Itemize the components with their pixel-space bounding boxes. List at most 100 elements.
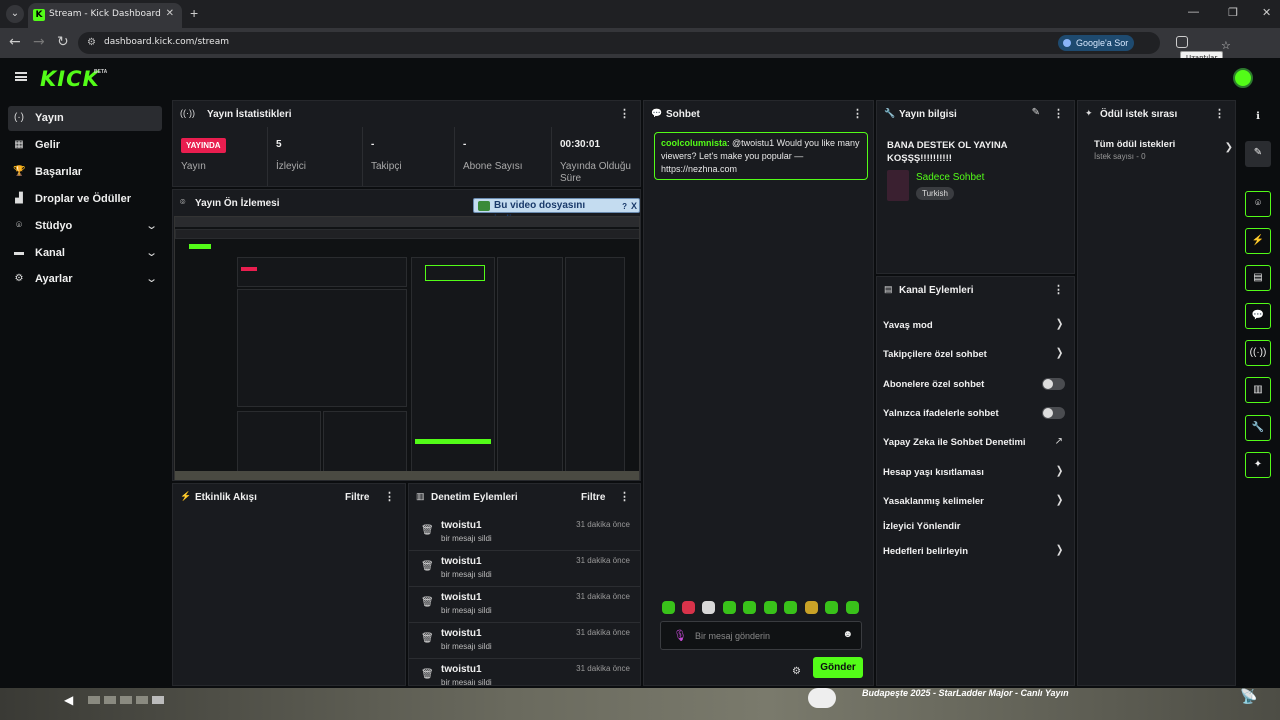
sidebar-item-label: Kanal xyxy=(35,247,65,259)
rail-notes-button[interactable]: ▤ xyxy=(1245,265,1271,291)
rail-info-button[interactable]: ℹ xyxy=(1245,105,1271,131)
chat-settings-gear-icon[interactable]: ⚙ xyxy=(792,666,801,677)
sidebar-item-stream[interactable]: (·) Yayın xyxy=(8,106,162,131)
microphone-icon[interactable]: 🎙 xyxy=(673,629,687,642)
browser-tab[interactable]: K Stream - Kick Dashboard ✕ xyxy=(28,3,182,28)
rail-wrench-button[interactable]: 🔧 xyxy=(1245,415,1271,441)
sidebar-item-revenue[interactable]: ▦ Gelir xyxy=(8,133,162,158)
mod-username[interactable]: twoistu1 xyxy=(441,628,482,639)
google-ask-button[interactable]: Google'a Sor xyxy=(1058,35,1135,51)
chat-message[interactable]: coolcolumnista: @twoistu1 Would you like… xyxy=(654,132,868,180)
wrench-icon: 🔧 xyxy=(884,108,896,118)
rail-broadcast-button[interactable]: ((·)) xyxy=(1245,340,1271,366)
kebab-menu-icon[interactable]: ⋮ xyxy=(619,490,630,503)
kick-logo[interactable]: KICK xyxy=(40,67,100,91)
download-video-bar[interactable]: Bu video dosyasını indir ? X xyxy=(473,198,640,225)
moderation-row: 🗑 twoistu1 bir mesajı sildi 31 dakika ön… xyxy=(409,659,640,685)
play-left-icon[interactable]: ◀ xyxy=(64,693,73,707)
chevron-right-icon: ❯ xyxy=(1055,347,1064,359)
forward-icon[interactable]: → xyxy=(33,35,45,49)
close-icon[interactable]: X xyxy=(631,199,637,213)
stat-status: YAYINDA Yayın xyxy=(173,127,268,186)
chevron-right-icon[interactable]: ❯ xyxy=(1225,142,1233,153)
mod-username[interactable]: twoistu1 xyxy=(441,664,482,675)
activity-filter-button[interactable]: Filtre xyxy=(345,492,369,503)
pencil-icon[interactable]: ✎ xyxy=(1032,107,1040,118)
rail-edit-button[interactable]: ✎ xyxy=(1245,141,1271,167)
action-ai-moderation[interactable]: Yapay Zeka ile Sohbet Denetimi ↗ xyxy=(883,432,1068,452)
rail-moderation-button[interactable]: ▥ xyxy=(1245,377,1271,403)
action-account-age[interactable]: Hesap yaşı kısıtlaması ❯ xyxy=(883,462,1068,482)
emote-icon[interactable] xyxy=(764,601,777,614)
kebab-menu-icon[interactable]: ⋮ xyxy=(384,490,395,503)
bookmark-star-icon[interactable]: ☆ xyxy=(1221,39,1231,52)
emote-icon[interactable] xyxy=(743,601,756,614)
emote-only-toggle[interactable] xyxy=(1042,407,1065,419)
action-label: Abonelere özel sohbet xyxy=(883,379,985,390)
emote-icon[interactable] xyxy=(784,601,797,614)
emote-icon[interactable] xyxy=(805,601,818,614)
kebab-menu-icon[interactable]: ⋮ xyxy=(1053,107,1064,120)
action-banned-words[interactable]: Yasaklanmış kelimeler ❯ xyxy=(883,491,1068,511)
action-set-goals[interactable]: Hedefleri belirleyin ❯ xyxy=(883,541,1068,561)
emote-icon[interactable] xyxy=(682,601,695,614)
reload-icon[interactable]: ↻ xyxy=(57,35,69,49)
tab-close-icon[interactable]: ✕ xyxy=(166,8,174,19)
mod-username[interactable]: twoistu1 xyxy=(441,520,482,531)
help-icon[interactable]: ? xyxy=(622,200,627,214)
sidebar-item-settings[interactable]: ⚙ Ayarlar ⌄ xyxy=(8,267,162,292)
stream-title: BANA DESTEK OL YAYINA KOŞŞŞ!!!!!!!!!! xyxy=(887,140,1008,164)
chat-input[interactable]: 🎙 Bir mesaj gönderin ☻ xyxy=(660,621,862,650)
restore-icon[interactable]: ❐ xyxy=(1228,6,1238,19)
stream-preview-video[interactable] xyxy=(174,216,640,480)
extensions-icon[interactable] xyxy=(1176,36,1188,48)
action-slow-mode[interactable]: Yavaş mod ❯ xyxy=(883,315,1068,335)
lightning-icon: ⚡ xyxy=(180,491,192,501)
minimize-icon[interactable]: — xyxy=(1188,6,1199,18)
mod-username[interactable]: twoistu1 xyxy=(441,592,482,603)
kebab-menu-icon[interactable]: ⋮ xyxy=(1053,283,1064,296)
send-button[interactable]: Gönder xyxy=(813,657,863,678)
rail-preview-button[interactable]: ⌾ xyxy=(1245,191,1271,217)
live-badge: YAYINDA xyxy=(181,138,226,153)
preview-mini-rewards xyxy=(565,257,625,479)
chevron-down-icon[interactable]: ⌄ xyxy=(145,219,158,232)
back-icon[interactable]: ← xyxy=(9,35,21,49)
sidebar-item-channel[interactable]: ▬ Kanal ⌄ xyxy=(8,241,162,266)
rail-chat-button[interactable]: 💬 xyxy=(1245,303,1271,329)
chat-username[interactable]: coolcolumnista xyxy=(661,138,727,148)
google-lens-icon xyxy=(1063,39,1071,47)
trash-icon: 🗑 xyxy=(421,669,434,680)
kebab-menu-icon[interactable]: ⋮ xyxy=(852,107,863,120)
sidebar-item-drops[interactable]: ▟ Droplar ve Ödüller xyxy=(8,187,162,212)
site-info-icon[interactable]: ⚙ xyxy=(87,37,96,48)
action-host-viewers[interactable]: İzleyici Yönlendir xyxy=(883,516,1068,536)
kebab-menu-icon[interactable]: ⋮ xyxy=(1214,107,1225,120)
sidebar-item-studio[interactable]: ⌾ Stüdyo ⌄ xyxy=(8,214,162,239)
emote-icon[interactable] xyxy=(723,601,736,614)
user-avatar[interactable] xyxy=(1233,68,1253,88)
subscribers-only-toggle[interactable] xyxy=(1042,378,1065,390)
mod-username[interactable]: twoistu1 xyxy=(441,556,482,567)
window-close-icon[interactable]: ✕ xyxy=(1262,6,1271,19)
tab-search-icon[interactable]: ⌄ xyxy=(6,5,24,23)
stream-category[interactable]: Sadece Sohbet xyxy=(916,172,984,183)
emoji-icon[interactable]: ☻ xyxy=(842,629,853,640)
chevron-down-icon[interactable]: ⌄ xyxy=(145,272,158,285)
new-tab-icon[interactable]: + xyxy=(190,5,198,21)
emote-icon[interactable] xyxy=(825,601,838,614)
sidebar-item-achievements[interactable]: 🏆 Başarılar xyxy=(8,160,162,185)
kebab-menu-icon[interactable]: ⋮ xyxy=(619,107,630,120)
hamburger-menu-icon[interactable] xyxy=(15,72,27,81)
address-bar[interactable]: ⚙ dashboard.kick.com/stream Google'a Sor… xyxy=(78,32,1231,54)
emote-icon[interactable] xyxy=(846,601,859,614)
emote-icon[interactable] xyxy=(702,601,715,614)
wrench-icon: 🔧 xyxy=(1251,422,1265,433)
action-followers-only[interactable]: Takipçilere özel sohbet ❯ xyxy=(883,344,1068,364)
moderation-filter-button[interactable]: Filtre xyxy=(581,492,605,503)
emote-icon[interactable] xyxy=(662,601,675,614)
chevron-down-icon[interactable]: ⌄ xyxy=(145,246,158,259)
all-rewards-title[interactable]: Tüm ödül istekleri xyxy=(1094,139,1175,150)
rail-activity-button[interactable]: ⚡ xyxy=(1245,228,1271,254)
rail-rewards-button[interactable]: ✦ xyxy=(1245,452,1271,478)
